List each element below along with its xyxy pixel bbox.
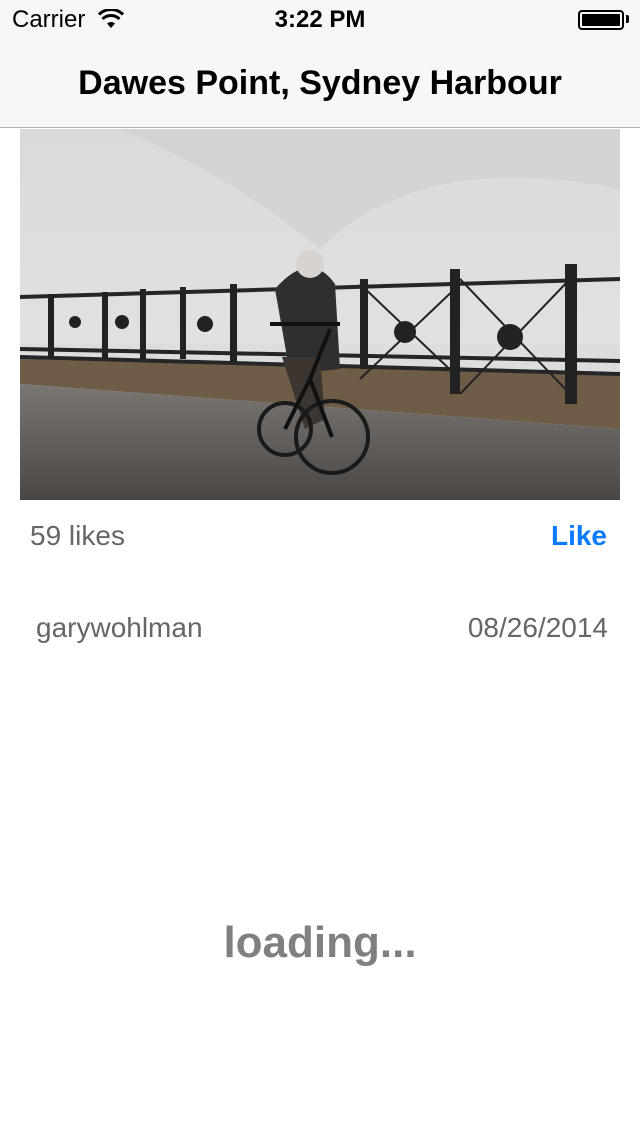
loading-indicator: loading... (223, 918, 417, 967)
photo-image (20, 129, 620, 500)
username-link[interactable]: garywohlman (36, 612, 203, 644)
post-date: 08/26/2014 (467, 612, 608, 643)
status-time: 3:22 PM (274, 6, 366, 33)
battery-tip (626, 15, 629, 23)
post-photo[interactable] (20, 129, 620, 500)
likes-count: 59 likes (30, 520, 125, 551)
like-button[interactable]: Like (551, 520, 607, 552)
status-bar: Carrier 3:22 PM (0, 0, 640, 40)
navigation-bar: Carrier 3:22 PM Dawes Point, Sydney Harb… (0, 0, 640, 128)
battery-icon (578, 10, 624, 30)
page-title: Dawes Point, Sydney Harbour (78, 64, 562, 102)
